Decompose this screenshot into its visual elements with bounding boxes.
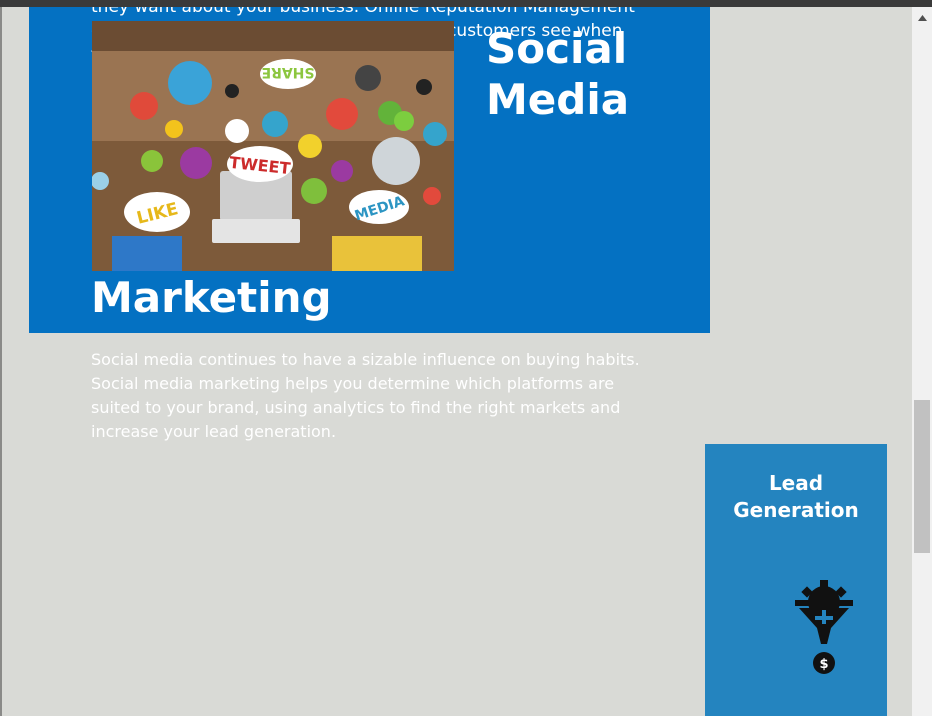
window-left-edge [0, 7, 2, 716]
section-title-line-3: Marketing [91, 273, 332, 322]
lead-generation-card[interactable]: Lead Generation $ [705, 444, 887, 716]
lead-card-title-text: Lead Generation [733, 471, 859, 522]
social-media-section: they want about your business. Online Re… [29, 7, 710, 333]
section-title-line-1: Social [486, 24, 628, 73]
scrollbar-thumb[interactable] [914, 400, 930, 553]
lead-card-title: Lead Generation [705, 470, 887, 524]
social-media-photo: TWEET LIKE MEDIA SHARE [92, 21, 454, 271]
gear-funnel-dollar-icon: $ [795, 580, 853, 680]
section-description: Social media continues to have a sizable… [91, 350, 640, 441]
section-title-line-2: Media [486, 75, 630, 124]
window-top-bar [0, 0, 932, 7]
scroll-up-arrow-icon[interactable] [912, 11, 932, 25]
share-label: SHARE [262, 64, 315, 80]
svg-text:$: $ [819, 657, 828, 672]
vertical-scrollbar[interactable] [912, 7, 932, 716]
